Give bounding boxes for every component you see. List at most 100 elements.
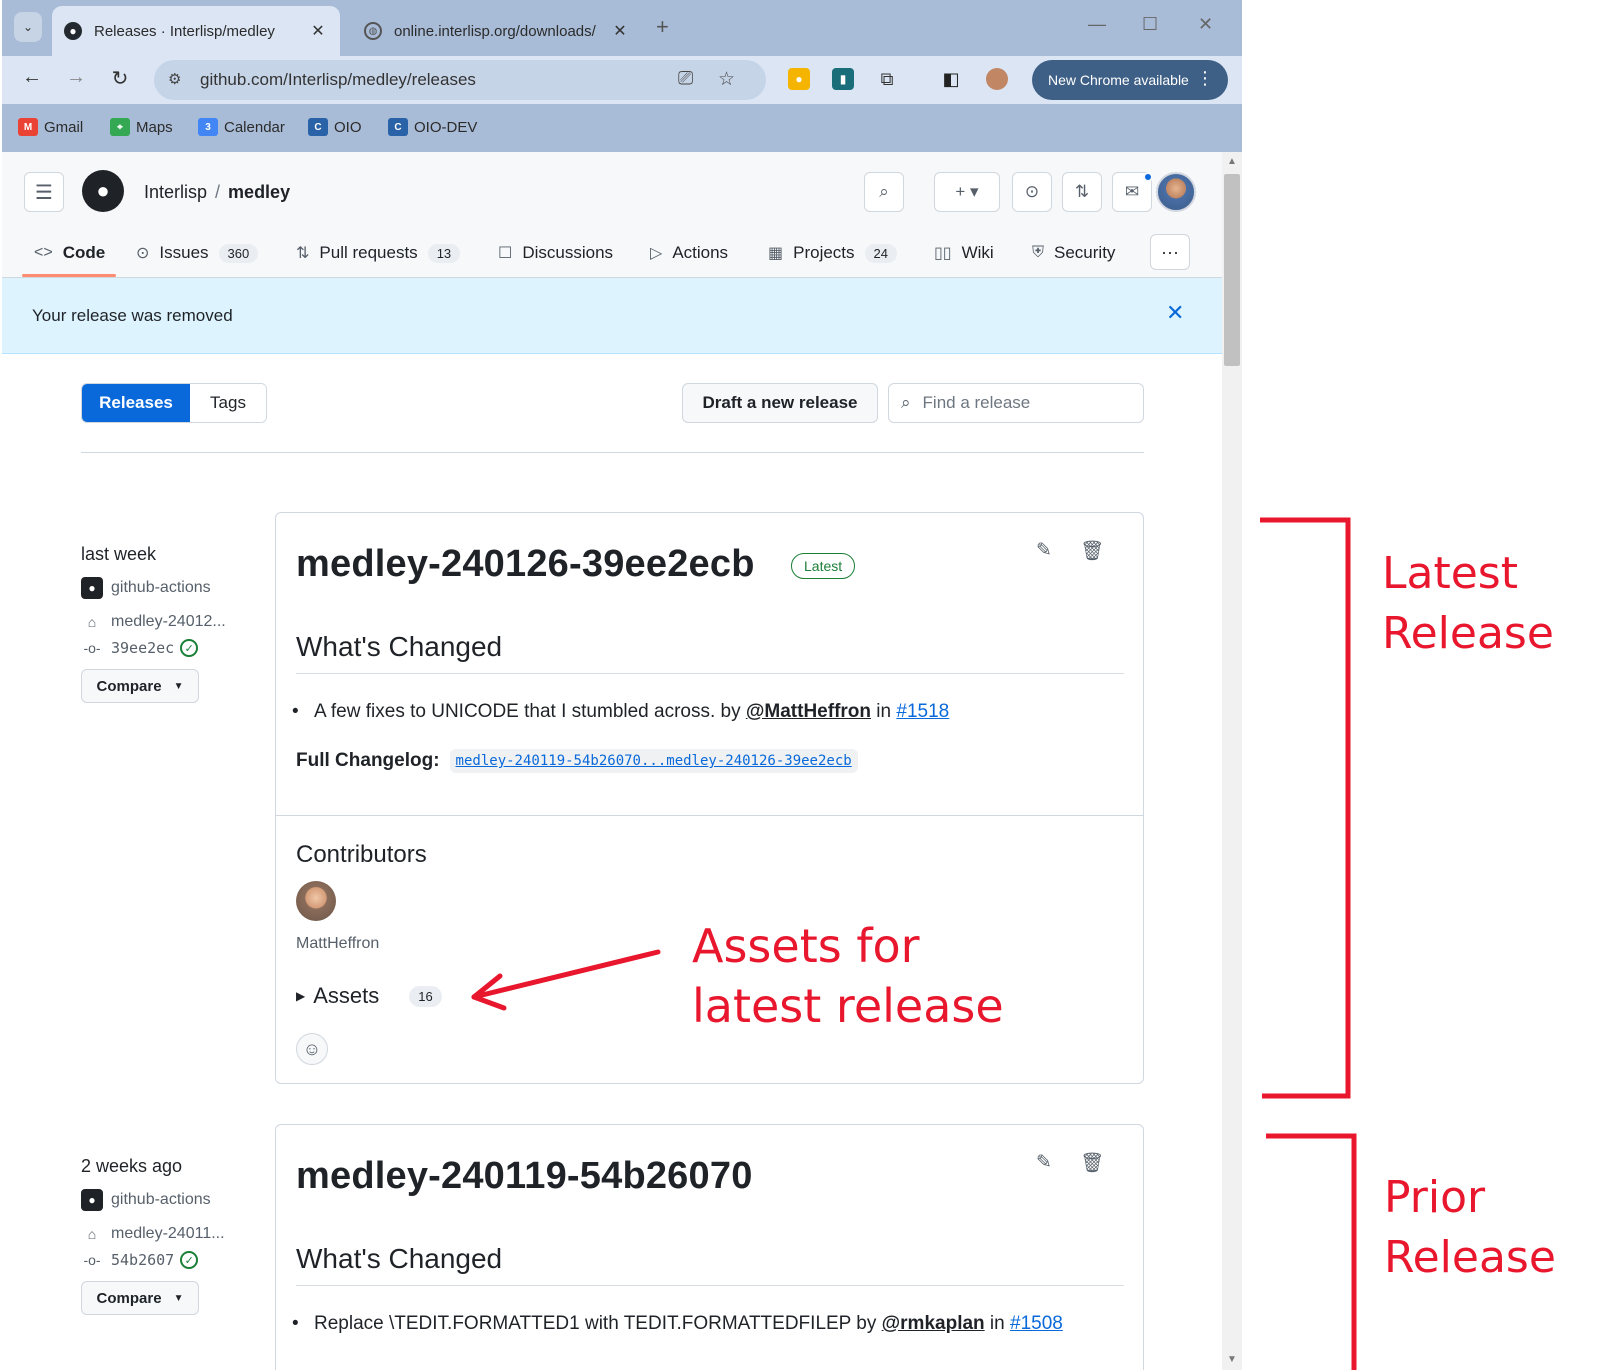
commit-icon: -o- — [83, 1252, 101, 1268]
bookmark-maps[interactable]: ⌖ Maps — [110, 118, 173, 136]
forward-arrow-icon[interactable]: → — [62, 66, 90, 89]
change-user-link[interactable]: @MattHeffron — [746, 701, 871, 722]
github-logo-icon[interactable]: ● — [82, 170, 124, 212]
release-title[interactable]: medley-240126-39ee2ecb — [296, 543, 755, 586]
tab-label: Actions — [672, 243, 729, 262]
bookmark-gmail[interactable]: M Gmail — [18, 118, 83, 136]
releases-tab[interactable]: Releases — [82, 384, 190, 422]
tab-security[interactable]: ⛨ Security — [1032, 236, 1115, 270]
bookmark-oio-dev[interactable]: C OIO-DEV — [388, 118, 477, 136]
full-changelog-label: Full Changelog: — [296, 750, 440, 771]
pencil-icon[interactable]: ✎ — [1036, 1151, 1052, 1174]
tab-label: Projects — [793, 243, 855, 262]
release-card: medley-240119-54b26070 ✎ 🗑 What's Change… — [275, 1124, 1144, 1370]
discussion-icon: ☐ — [498, 245, 513, 262]
issue-icon: ⊙ — [136, 245, 150, 262]
releases-tags-toggle: Releases Tags — [81, 383, 267, 423]
release-author[interactable]: ● github-actions — [81, 577, 251, 599]
repo-name-link[interactable]: medley — [228, 182, 290, 202]
maximize-icon[interactable]: ☐ — [1142, 14, 1158, 35]
scroll-down-icon[interactable]: ▼ — [1227, 1354, 1237, 1365]
install-app-icon[interactable]: ⎚ — [678, 68, 693, 90]
page-scrollbar[interactable]: ▲ ▼ — [1222, 152, 1242, 1370]
tab-wiki[interactable]: ▯▯ Wiki — [934, 236, 994, 270]
side-panel-icon[interactable]: ◧ — [940, 68, 962, 90]
address-bar[interactable]: ⚙ github.com/Interlisp/medley/releases ⎚… — [154, 60, 766, 100]
compare-button[interactable]: Compare ▼ — [81, 669, 199, 703]
reload-icon[interactable]: ↻ — [106, 66, 134, 91]
contributor-name[interactable]: MattHeffron — [296, 935, 379, 953]
tab-label: Code — [62, 243, 106, 262]
release-commit[interactable]: -o- 54b2607 ✓ — [81, 1249, 251, 1271]
pencil-icon[interactable]: ✎ — [1036, 539, 1052, 562]
card-divider — [276, 815, 1143, 816]
bookmark-star-icon[interactable]: ☆ — [718, 68, 735, 91]
tab-pull-requests[interactable]: ⇅ Pull requests 13 — [296, 236, 461, 270]
release-tag[interactable]: ⌂ medley-24012... — [81, 611, 251, 633]
tab-discussions[interactable]: ☐ Discussions — [498, 236, 613, 270]
release-author[interactable]: ● github-actions — [81, 1189, 251, 1211]
release-tag[interactable]: ⌂ medley-24011... — [81, 1223, 251, 1245]
tab-close-icon[interactable]: ✕ — [308, 21, 328, 41]
find-release-input[interactable]: ⌕ Find a release — [888, 383, 1144, 423]
contributor-avatar[interactable] — [296, 881, 336, 921]
tab-issues[interactable]: ⊙ Issues 360 — [136, 236, 259, 270]
extensions-puzzle-icon[interactable]: ⧉ — [876, 68, 898, 90]
new-chrome-available-button[interactable]: New Chrome available ⋮ — [1032, 60, 1228, 100]
search-icon[interactable]: ⌕ — [864, 172, 904, 212]
back-arrow-icon[interactable]: ← — [18, 66, 46, 89]
repo-owner-link[interactable]: Interlisp — [144, 182, 207, 202]
change-pr-link[interactable]: #1508 — [1010, 1313, 1063, 1334]
new-tab-icon[interactable]: + — [656, 14, 669, 40]
user-avatar[interactable] — [1156, 172, 1196, 212]
create-new-button[interactable]: + ▾ — [934, 172, 1000, 212]
kebab-menu-icon[interactable]: ⋮ — [1196, 68, 1214, 89]
issues-icon[interactable]: ⊙ — [1012, 172, 1052, 212]
tab-close-icon[interactable]: ✕ — [610, 21, 630, 41]
trash-icon[interactable]: 🗑 — [1080, 1151, 1104, 1175]
extension-icon[interactable]: ▮ — [832, 68, 854, 90]
hamburger-menu-icon[interactable]: ☰ — [24, 172, 64, 212]
tab-label: Wiki — [961, 243, 994, 262]
draft-new-release-button[interactable]: Draft a new release — [682, 383, 878, 423]
tags-tab[interactable]: Tags — [190, 384, 266, 422]
compare-button[interactable]: Compare ▼ — [81, 1281, 199, 1315]
more-tabs-button[interactable]: ··· — [1150, 234, 1190, 270]
trash-icon[interactable]: 🗑 — [1080, 539, 1104, 563]
tab-projects[interactable]: ▦ Projects 24 — [768, 236, 898, 270]
release-commit[interactable]: -o- 39ee2ec ✓ — [81, 637, 251, 659]
close-icon[interactable]: ✕ — [1166, 300, 1184, 326]
projects-count: 24 — [864, 243, 898, 263]
minimize-icon[interactable]: — — [1088, 14, 1106, 35]
smiley-reaction-icon[interactable]: ☺ — [296, 1033, 328, 1065]
tab-code[interactable]: <> Code — [34, 236, 105, 270]
scrollbar-thumb[interactable] — [1224, 174, 1240, 366]
tag-icon: ⌂ — [87, 1226, 97, 1242]
tab-search-button[interactable]: ⌄ — [14, 12, 42, 42]
profile-avatar-icon[interactable] — [986, 68, 1008, 90]
tab-releases[interactable]: ● Releases · Interlisp/medley ✕ — [52, 6, 340, 56]
latest-badge: Latest — [791, 553, 856, 579]
bookmark-oio[interactable]: C OIO — [308, 118, 362, 136]
assets-toggle[interactable]: ▶ Assets 16 — [296, 983, 442, 1009]
pull-requests-count: 13 — [427, 243, 461, 263]
verified-check-icon: ✓ — [180, 639, 199, 657]
tab-label: Security — [1054, 243, 1116, 262]
tab-actions[interactable]: ▷ Actions — [650, 236, 728, 270]
bookmark-label: OIO — [334, 118, 362, 136]
search-icon: ⌕ — [901, 393, 911, 412]
scroll-up-icon[interactable]: ▲ — [1227, 156, 1237, 167]
site-info-icon[interactable]: ⚙ — [168, 70, 181, 88]
close-window-icon[interactable]: ✕ — [1198, 14, 1213, 35]
oio-icon: C — [308, 118, 328, 136]
keep-extension-icon[interactable]: ● — [788, 68, 810, 90]
change-pr-link[interactable]: #1518 — [896, 701, 949, 722]
play-icon: ▷ — [650, 245, 663, 262]
bookmark-calendar[interactable]: 3 Calendar — [198, 118, 285, 136]
change-user-link[interactable]: @rmkaplan — [882, 1313, 985, 1334]
release-date: last week — [81, 544, 157, 564]
pull-requests-icon[interactable]: ⇅ — [1062, 172, 1102, 212]
full-changelog-link[interactable]: medley-240119-54b26070...medley-240126-3… — [449, 749, 858, 773]
release-title[interactable]: medley-240119-54b26070 — [296, 1155, 753, 1198]
tab-downloads[interactable]: ◍ online.interlisp.org/downloads/ ✕ — [352, 6, 642, 56]
